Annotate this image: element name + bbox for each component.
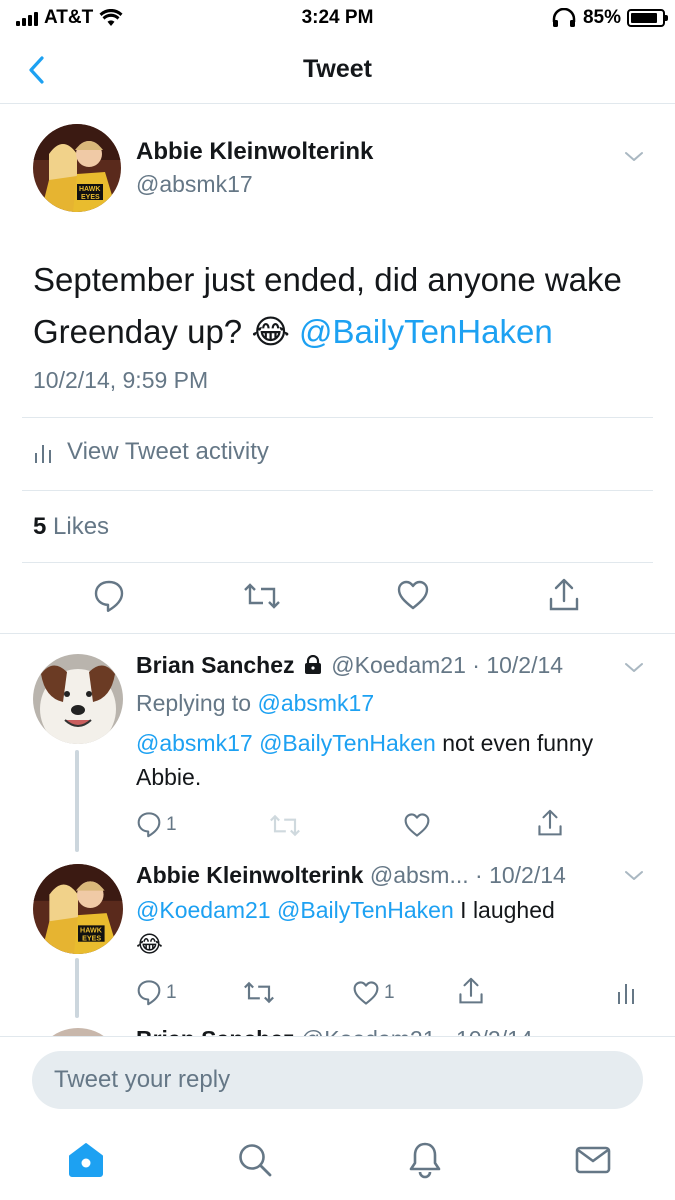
reply-text: @absmk17 @BailyTenHaken not even funny A… (136, 726, 616, 794)
retweet-icon (270, 814, 300, 837)
divider (22, 490, 653, 491)
replying-to-prefix: Replying to (136, 690, 258, 716)
reply-count: 1 (166, 813, 177, 835)
tab-search[interactable] (235, 1140, 275, 1180)
reply-date: · 10/2/14 (475, 862, 566, 888)
avatar-photo (33, 654, 123, 744)
replying-to: Replying to @absmk17 (136, 686, 374, 720)
reply-author[interactable]: Brian Sanchez @Koedam21 · 10/2/14 (136, 652, 563, 679)
reply-author[interactable]: Abbie Kleinwolterink @absm... · 10/2/14 (136, 862, 566, 889)
svg-text:EYES: EYES (81, 194, 100, 201)
reply-body: I laughed (453, 897, 555, 923)
share-button[interactable] (548, 577, 580, 613)
thread-line (75, 750, 79, 852)
reply-icon (137, 812, 161, 838)
bell-icon (409, 1142, 441, 1179)
retweet-button-disabled (270, 813, 300, 838)
lock-icon (304, 654, 321, 674)
bar-chart-icon (618, 984, 634, 1004)
retweet-icon (244, 583, 280, 609)
tweet-mention-link[interactable]: @BailyTenHaken (299, 313, 553, 350)
heart-icon (353, 981, 379, 1005)
battery-fill (631, 13, 657, 23)
author-name[interactable]: Abbie Kleinwolterink (136, 138, 373, 166)
author-avatar[interactable]: HAWK EYES (33, 124, 121, 212)
replying-to-link[interactable]: @absmk17 (257, 690, 374, 716)
tweet-actions (0, 577, 675, 619)
reply-text: @Koedam21 @BailyTenHaken I laughed 😂 (136, 893, 636, 961)
divider (22, 417, 653, 418)
page-title: Tweet (303, 55, 372, 83)
status-right: 85% (551, 7, 668, 29)
like-count: 1 (384, 982, 395, 1003)
reply-date: · 10/2/14 (472, 652, 564, 678)
section-divider (0, 633, 675, 634)
share-icon (549, 578, 579, 611)
likes-label: Likes (53, 513, 110, 540)
mention-link[interactable]: @Koedam21 (136, 897, 271, 923)
retweet-button[interactable] (244, 980, 274, 1005)
battery-percent: 85% (582, 7, 621, 28)
reply-handle: @Koedam21 (331, 652, 466, 678)
bar-chart-icon (35, 445, 51, 463)
chevron-down-icon[interactable] (622, 656, 646, 680)
battery-icon (627, 9, 668, 27)
share-button[interactable] (458, 976, 484, 1006)
home-icon (69, 1143, 103, 1177)
avatar-photo: HAWK EYES (33, 124, 121, 212)
mention-link[interactable]: @absmk17 (136, 730, 253, 756)
divider (22, 562, 653, 563)
svg-text:EYES: EYES (82, 935, 101, 943)
thread-line (75, 958, 79, 1018)
reply-count: 1 (166, 981, 177, 1003)
tab-messages[interactable] (573, 1140, 613, 1180)
reply-button[interactable] (93, 579, 125, 613)
likes-summary[interactable]: 5 Likes (33, 513, 109, 541)
reply-icon (94, 580, 124, 612)
headphones-icon (552, 8, 576, 27)
avatar-photo: HAWK EYES (33, 864, 123, 954)
view-activity-label: View Tweet activity (67, 438, 269, 465)
chevron-down-icon[interactable] (622, 145, 646, 169)
tab-home[interactable] (66, 1140, 106, 1180)
reply-avatar[interactable]: HAWK EYES (33, 864, 123, 954)
reply-author-name: Abbie Kleinwolterink (136, 862, 364, 888)
reply-icon (137, 980, 161, 1006)
like-button[interactable] (403, 812, 431, 838)
like-button[interactable] (396, 579, 430, 611)
svg-text:HAWK: HAWK (79, 186, 100, 193)
retweet-button[interactable] (244, 581, 280, 611)
tab-notifications[interactable] (405, 1140, 445, 1180)
nav-bar: Tweet (0, 36, 675, 104)
mention-link[interactable]: @BailyTenHaken (277, 897, 454, 923)
reply-avatar[interactable] (33, 654, 123, 744)
search-icon (239, 1144, 272, 1177)
tab-bar (0, 1100, 675, 1200)
reply-button[interactable]: 1 (136, 979, 177, 1006)
tweet-text: September just ended, did anyone wake Gr… (33, 254, 653, 358)
view-activity-button[interactable]: View Tweet activity (33, 438, 269, 466)
like-button[interactable]: 1 (352, 980, 395, 1006)
tweet-activity-button[interactable] (616, 980, 636, 1004)
envelope-icon (575, 1146, 611, 1174)
reply-button[interactable]: 1 (136, 811, 177, 838)
likes-count: 5 (33, 513, 47, 540)
status-bar: AT&T 3:24 PM 85% (0, 0, 675, 36)
svg-text:HAWK: HAWK (80, 927, 103, 935)
tweet-timestamp: 10/2/14, 9:59 PM (33, 367, 209, 393)
share-icon (538, 809, 562, 836)
retweet-icon (244, 981, 274, 1004)
laughing-emoji: 😂 (136, 931, 163, 957)
mention-link[interactable]: @BailyTenHaken (259, 730, 436, 756)
author-handle[interactable]: @absmk17 (136, 171, 253, 198)
chevron-down-icon[interactable] (622, 864, 646, 888)
reply-handle: @absm... (369, 862, 469, 888)
heart-icon (397, 580, 429, 610)
share-button[interactable] (537, 808, 563, 838)
share-icon (459, 977, 483, 1004)
heart-icon (404, 813, 430, 837)
reply-author-name: Brian Sanchez (136, 652, 295, 678)
